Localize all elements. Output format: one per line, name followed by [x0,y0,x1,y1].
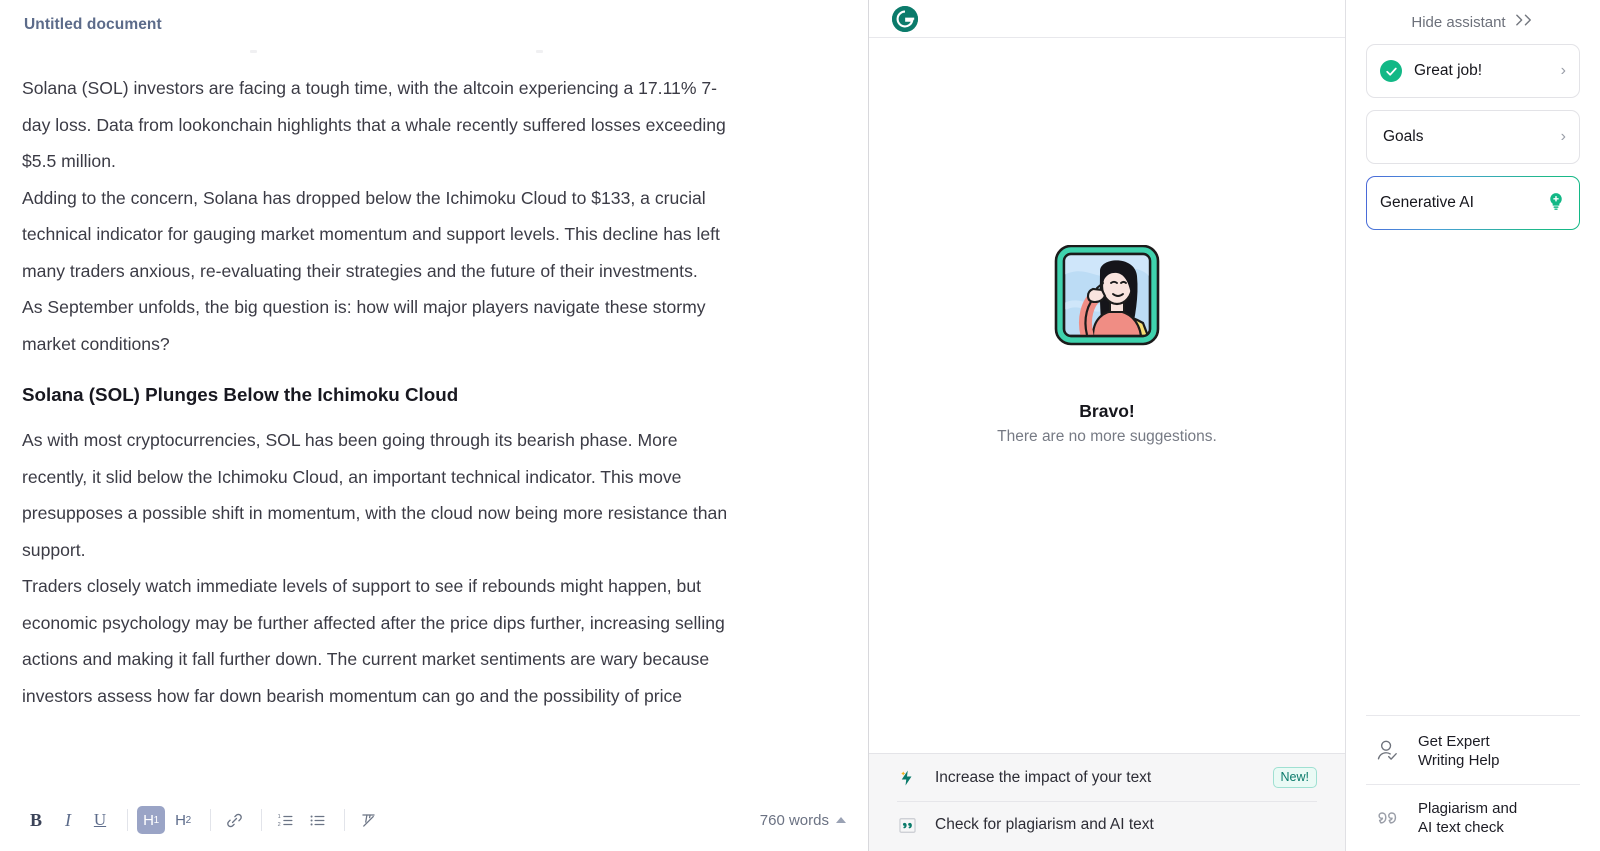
bullet-list-icon[interactable] [303,806,331,834]
document-bottom-fade [0,763,868,789]
grammarly-logo-icon[interactable] [892,5,918,32]
suggestions-pane: Bravo! There are no more suggestions. In… [868,0,1346,851]
sidebar-footer-item-label: Get Expert Writing Help [1418,732,1499,770]
sidebar-footer-line1: Plagiarism and [1418,800,1518,817]
document-heading: Solana (SOL) Plunges Below the Ichimoku … [22,384,459,405]
new-badge: New! [1272,767,1317,788]
double-chevron-right-icon [1514,13,1535,31]
clear-formatting-icon[interactable] [354,806,382,834]
sidebar-card-generative-ai[interactable]: Generative AI [1366,176,1580,230]
sidebar-footer: Get Expert Writing Help Plagiarism and A… [1366,715,1580,851]
sidebar-footer-line1: Get Expert [1418,733,1490,750]
document-body[interactable]: Solana (SOL) investors are facing a toug… [22,70,736,714]
heading-2-sub: 2 [185,814,192,826]
mona-lisa-salute-illustration [1053,244,1161,349]
document-paragraph: Traders closely watch immediate levels o… [22,576,725,706]
heading-1-button[interactable]: H1 [137,806,165,834]
toolbar-divider [261,809,262,831]
formatting-toolbar: B I U H1 H2 1 2 760 words [0,789,868,851]
empty-state-title: Bravo! [1079,401,1135,421]
sidebar-footer-line2: AI text check [1418,819,1504,836]
document-paragraph: As September unfolds, the big question i… [22,297,706,354]
sidebar-footer-item-plagiarism[interactable]: Plagiarism and AI text check [1366,784,1580,851]
lightning-bolt-icon [897,769,917,787]
document-editor-pane: Untitled document Solana (SOL) investors… [0,0,868,851]
italic-button[interactable]: I [54,806,82,834]
footer-item-label: Check for plagiarism and AI text [935,816,1154,833]
svg-text:1: 1 [277,814,280,820]
sidebar-card-label: Goals [1383,128,1424,145]
footer-item-label: Increase the impact of your text [935,768,1152,786]
sidebar-card-goals[interactable]: Goals › [1366,110,1580,164]
ruler-marks [0,50,868,58]
sidebar-card-label: Great job! [1414,62,1483,79]
link-icon[interactable] [220,806,248,834]
document-paragraph: Solana (SOL) investors are facing a toug… [22,78,726,171]
document-paragraph: As with most cryptocurrencies, SOL has b… [22,430,728,560]
word-count-button[interactable]: 760 words [760,812,846,829]
word-count-label: 760 words [759,811,829,829]
chevron-right-icon: › [1560,62,1566,79]
sidebar-card-label: Generative AI [1380,194,1474,211]
ordered-list-icon[interactable]: 1 2 [271,806,299,834]
sidebar-footer-item-label: Plagiarism and AI text check [1418,799,1517,837]
sidebar-card-great-job[interactable]: Great job! › [1366,44,1580,98]
heading-2-label: H [175,811,186,829]
sidebar-footer-line2: Writing Help [1418,752,1500,769]
check-circle-icon [1380,60,1402,82]
bold-button[interactable]: B [22,806,50,834]
suggestions-header [869,0,1345,38]
caret-up-icon [836,817,846,823]
sidebar-footer-item-expert-help[interactable]: Get Expert Writing Help [1366,718,1580,784]
lightbulb-plus-icon [1546,191,1566,216]
suggestions-footer: Increase the impact of your text New! Ch… [869,753,1345,851]
document-paragraph: Adding to the concern, Solana has droppe… [22,187,720,281]
heading-2-button[interactable]: H2 [169,806,197,834]
underline-button[interactable]: U [86,806,114,834]
grammarly-editor-window: Untitled document Solana (SOL) investors… [0,0,1600,851]
heading-1-sub: 1 [153,814,160,826]
footer-item-increase-impact[interactable]: Increase the impact of your text New! [897,754,1317,801]
assistant-sidebar: Hide assistant Great job! › Goals › Gene… [1346,0,1600,851]
empty-state-subtitle: There are no more suggestions. [997,428,1217,445]
hide-assistant-label: Hide assistant [1411,13,1506,31]
svg-text:2: 2 [277,822,280,828]
person-check-icon [1374,738,1402,765]
heading-1-label: H [143,811,154,829]
quote-marks-icon [1374,805,1402,832]
toolbar-divider [127,809,128,831]
toolbar-divider [344,809,345,831]
footer-item-plagiarism-check[interactable]: Check for plagiarism and AI text [897,801,1317,848]
quote-marks-icon [897,816,917,835]
chevron-right-icon: › [1560,128,1566,145]
suggestions-empty-state: Bravo! There are no more suggestions. [869,38,1345,753]
document-title[interactable]: Untitled document [24,16,162,34]
hide-assistant-button[interactable]: Hide assistant [1366,0,1580,44]
toolbar-divider [210,809,211,831]
